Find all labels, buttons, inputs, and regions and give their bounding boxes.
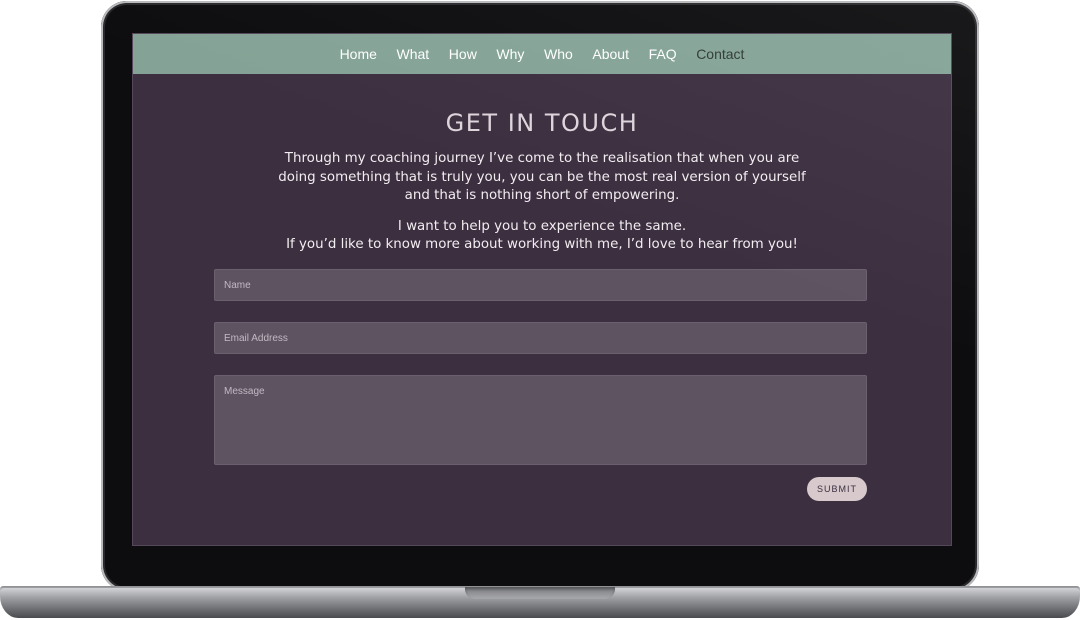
- intro-line: Through my coaching journey I’ve come to…: [284, 151, 800, 166]
- nav-item-home[interactable]: Home: [330, 34, 387, 74]
- contact-section: GET IN TOUCH Through my coaching journey…: [133, 110, 951, 255]
- submit-button[interactable]: SUBMIT: [807, 477, 867, 501]
- laptop-trackpad-notch: [465, 587, 615, 599]
- nav-item-faq[interactable]: FAQ: [639, 34, 687, 74]
- email-field[interactable]: [214, 322, 867, 354]
- page-title: GET IN TOUCH: [445, 109, 639, 137]
- message-field[interactable]: [214, 375, 867, 465]
- intro-paragraph: Through my coaching journey I’ve come to…: [272, 150, 812, 206]
- intro-line: doing something that is truly you, you c…: [278, 169, 806, 185]
- nav-item-how[interactable]: How: [439, 34, 487, 74]
- invite-paragraph: I want to help you to experience the sam…: [262, 218, 822, 255]
- main-nav: Home What How Why Who About FAQ Contact: [133, 34, 951, 74]
- nav-item-contact[interactable]: Contact: [686, 34, 754, 74]
- nav-item-what[interactable]: What: [387, 34, 439, 74]
- website-screen: Home What How Why Who About FAQ Contact …: [132, 33, 952, 546]
- invite-line: I want to help you to experience the sam…: [397, 218, 687, 234]
- nav-item-who[interactable]: Who: [534, 34, 582, 74]
- nav-item-about[interactable]: About: [583, 34, 639, 74]
- intro-line: and that is nothing short of empowering.: [404, 188, 680, 203]
- invite-line: If you’d like to know more about working…: [286, 237, 798, 252]
- nav-item-why[interactable]: Why: [487, 34, 535, 74]
- name-field[interactable]: [214, 269, 867, 301]
- contact-form: SUBMIT: [214, 269, 867, 501]
